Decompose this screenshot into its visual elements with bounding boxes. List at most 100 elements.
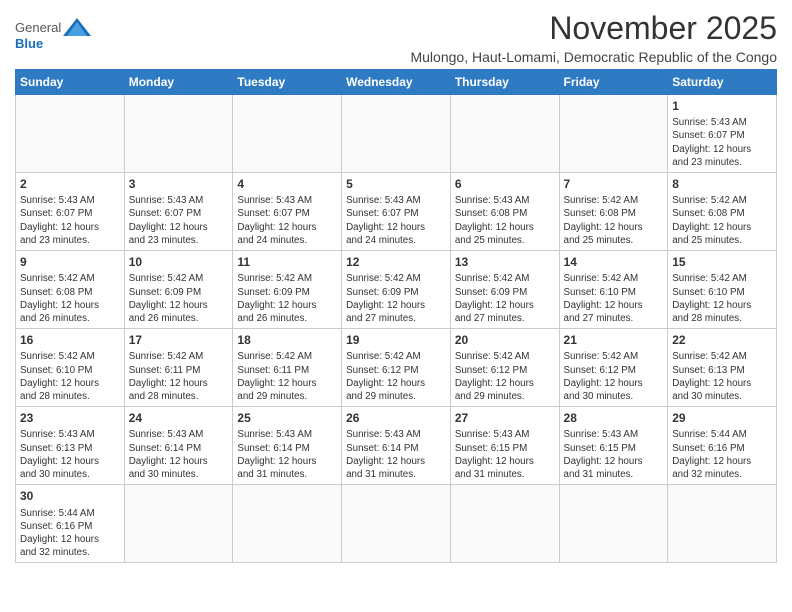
calendar-cell: 7 Sunrise: 5:42 AM Sunset: 6:08 PM Daylig… [559,173,668,251]
day-info: Sunrise: 5:43 AM Sunset: 6:07 PM Dayligh… [672,116,772,169]
day-number: 22 [672,332,772,348]
day-number: 20 [455,332,555,348]
calendar-cell: 1 Sunrise: 5:43 AM Sunset: 6:07 PM Daylig… [668,95,777,173]
day-info: Sunrise: 5:42 AM Sunset: 6:08 PM Dayligh… [20,272,120,325]
day-number: 13 [455,254,555,270]
calendar-cell: 25Sunrise: 5:43 AM Sunset: 6:14 PM Dayli… [233,407,342,485]
calendar-cell [342,95,451,173]
day-info: Sunrise: 5:43 AM Sunset: 6:14 PM Dayligh… [237,428,337,481]
day-info: Sunrise: 5:43 AM Sunset: 6:07 PM Dayligh… [129,194,229,247]
calendar-cell: 17 Sunrise: 5:42 AM Sunset: 6:11 PM Dayli… [124,329,233,407]
calendar-cell: 26 Sunrise: 5:43 AM Sunset: 6:14 PM Dayli… [342,407,451,485]
day-info: Sunrise: 5:42 AM Sunset: 6:09 PM Dayligh… [237,272,337,325]
calendar-cell: 5 Sunrise: 5:43 AM Sunset: 6:07 PM Daylig… [342,173,451,251]
day-number: 5 [346,176,446,192]
title-area: November 2025 Mulongo, Haut-Lomami, Demo… [410,10,777,65]
calendar-cell [124,95,233,173]
day-info: Sunrise: 5:43 AM Sunset: 6:08 PM Dayligh… [455,194,555,247]
calendar-cell: 10Sunrise: 5:42 AM Sunset: 6:09 PM Dayli… [124,251,233,329]
day-info: Sunrise: 5:43 AM Sunset: 6:07 PM Dayligh… [346,194,446,247]
calendar-cell: 23 Sunrise: 5:43 AM Sunset: 6:13 PM Dayli… [16,407,125,485]
calendar-table: SundayMondayTuesdayWednesdayThursdayFrid… [15,69,777,563]
day-info: Sunrise: 5:43 AM Sunset: 6:14 PM Dayligh… [129,428,229,481]
calendar-week-row: 2Sunrise: 5:43 AM Sunset: 6:07 PM Daylig… [16,173,777,251]
calendar-cell: 21 Sunrise: 5:42 AM Sunset: 6:12 PM Dayli… [559,329,668,407]
day-info: Sunrise: 5:42 AM Sunset: 6:12 PM Dayligh… [346,350,446,403]
calendar-cell: 22 Sunrise: 5:42 AM Sunset: 6:13 PM Dayli… [668,329,777,407]
logo-area: General Blue [15,10,91,51]
day-number: 1 [672,98,772,114]
calendar-cell [233,485,342,563]
calendar-cell: 15Sunrise: 5:42 AM Sunset: 6:10 PM Dayli… [668,251,777,329]
calendar-cell [450,485,559,563]
header-monday: Monday [124,70,233,95]
calendar-header-row: SundayMondayTuesdayWednesdayThursdayFrid… [16,70,777,95]
calendar-cell [450,95,559,173]
calendar-cell: 28Sunrise: 5:43 AM Sunset: 6:15 PM Dayli… [559,407,668,485]
day-number: 3 [129,176,229,192]
calendar-week-row: 23 Sunrise: 5:43 AM Sunset: 6:13 PM Dayli… [16,407,777,485]
day-number: 18 [237,332,337,348]
day-info: Sunrise: 5:44 AM Sunset: 6:16 PM Dayligh… [672,428,772,481]
day-info: Sunrise: 5:43 AM Sunset: 6:07 PM Dayligh… [20,194,120,247]
calendar-cell: 13 Sunrise: 5:42 AM Sunset: 6:09 PM Dayli… [450,251,559,329]
calendar-cell: 29 Sunrise: 5:44 AM Sunset: 6:16 PM Dayli… [668,407,777,485]
day-number: 17 [129,332,229,348]
header-thursday: Thursday [450,70,559,95]
calendar-cell [559,95,668,173]
day-info: Sunrise: 5:42 AM Sunset: 6:13 PM Dayligh… [672,350,772,403]
day-info: Sunrise: 5:42 AM Sunset: 6:09 PM Dayligh… [129,272,229,325]
day-info: Sunrise: 5:43 AM Sunset: 6:15 PM Dayligh… [455,428,555,481]
day-info: Sunrise: 5:43 AM Sunset: 6:14 PM Dayligh… [346,428,446,481]
calendar-cell: 11Sunrise: 5:42 AM Sunset: 6:09 PM Dayli… [233,251,342,329]
day-number: 24 [129,410,229,426]
day-number: 28 [564,410,664,426]
day-info: Sunrise: 5:42 AM Sunset: 6:09 PM Dayligh… [455,272,555,325]
day-number: 6 [455,176,555,192]
day-number: 26 [346,410,446,426]
day-number: 4 [237,176,337,192]
page-header: General Blue November 2025 Mulongo, Haut… [15,10,777,65]
day-info: Sunrise: 5:42 AM Sunset: 6:11 PM Dayligh… [129,350,229,403]
logo-icon [63,18,91,36]
calendar-cell [342,485,451,563]
calendar-cell [16,95,125,173]
calendar-cell [559,485,668,563]
calendar-cell: 6 Sunrise: 5:43 AM Sunset: 6:08 PM Daylig… [450,173,559,251]
calendar-cell [233,95,342,173]
calendar-cell [668,485,777,563]
calendar-cell: 16 Sunrise: 5:42 AM Sunset: 6:10 PM Dayli… [16,329,125,407]
day-number: 7 [564,176,664,192]
day-number: 15 [672,254,772,270]
day-number: 21 [564,332,664,348]
day-info: Sunrise: 5:42 AM Sunset: 6:10 PM Dayligh… [20,350,120,403]
day-info: Sunrise: 5:42 AM Sunset: 6:12 PM Dayligh… [564,350,664,403]
logo-general-text: General [15,20,61,35]
calendar-cell: 19Sunrise: 5:42 AM Sunset: 6:12 PM Dayli… [342,329,451,407]
header-tuesday: Tuesday [233,70,342,95]
calendar-cell: 14 Sunrise: 5:42 AM Sunset: 6:10 PM Dayli… [559,251,668,329]
header-sunday: Sunday [16,70,125,95]
logo-blue-text: Blue [15,36,43,51]
day-info: Sunrise: 5:44 AM Sunset: 6:16 PM Dayligh… [20,507,120,560]
day-number: 12 [346,254,446,270]
header-saturday: Saturday [668,70,777,95]
day-info: Sunrise: 5:43 AM Sunset: 6:13 PM Dayligh… [20,428,120,481]
day-number: 14 [564,254,664,270]
calendar-week-row: 16 Sunrise: 5:42 AM Sunset: 6:10 PM Dayli… [16,329,777,407]
calendar-cell: 4Sunrise: 5:43 AM Sunset: 6:07 PM Daylig… [233,173,342,251]
day-number: 29 [672,410,772,426]
location-subtitle: Mulongo, Haut-Lomami, Democratic Republi… [410,49,777,65]
calendar-week-row: 9Sunrise: 5:42 AM Sunset: 6:08 PM Daylig… [16,251,777,329]
calendar-cell: 2Sunrise: 5:43 AM Sunset: 6:07 PM Daylig… [16,173,125,251]
calendar-cell: 20Sunrise: 5:42 AM Sunset: 6:12 PM Dayli… [450,329,559,407]
calendar-cell [124,485,233,563]
day-number: 30 [20,488,120,504]
day-info: Sunrise: 5:42 AM Sunset: 6:08 PM Dayligh… [564,194,664,247]
day-info: Sunrise: 5:42 AM Sunset: 6:09 PM Dayligh… [346,272,446,325]
day-number: 16 [20,332,120,348]
day-info: Sunrise: 5:42 AM Sunset: 6:10 PM Dayligh… [564,272,664,325]
header-wednesday: Wednesday [342,70,451,95]
calendar-cell: 3 Sunrise: 5:43 AM Sunset: 6:07 PM Daylig… [124,173,233,251]
day-number: 23 [20,410,120,426]
